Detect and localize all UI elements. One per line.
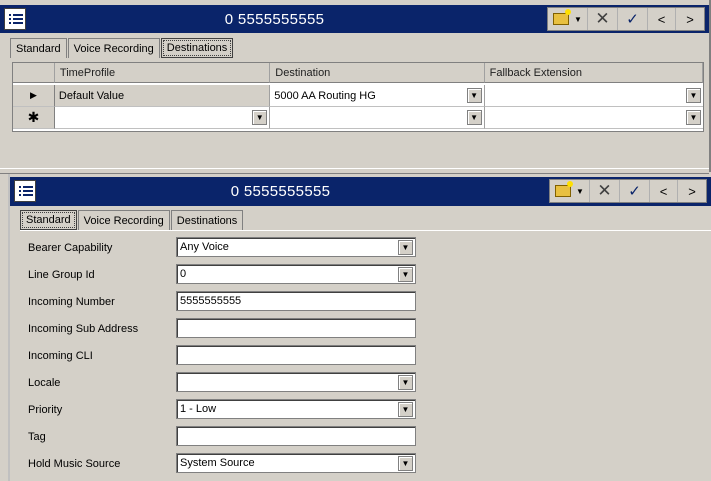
- form-row-priority: Priority 1 - Low ▼: [20, 399, 440, 421]
- top-titlebar: 0 5555555555 ▼ ✕ ✓ < >: [0, 5, 709, 33]
- cancel-button[interactable]: ✕: [588, 8, 618, 30]
- next-icon: >: [688, 183, 696, 199]
- bearer-capability-label: Bearer Capability: [28, 242, 113, 254]
- tab-standard[interactable]: Standard: [20, 210, 77, 230]
- dropdown-button[interactable]: ▼: [252, 110, 268, 125]
- locale-select[interactable]: ▼: [176, 372, 416, 392]
- form-row-incoming-sub-address: Incoming Sub Address: [20, 318, 440, 340]
- form-row-hold-music-source: Hold Music Source System Source ▼: [20, 453, 440, 475]
- cell-time-profile[interactable]: ▼: [54, 107, 271, 129]
- line-group-id-label: Line Group Id: [28, 269, 95, 281]
- bearer-capability-select[interactable]: Any Voice ▼: [176, 237, 416, 257]
- new-button[interactable]: ▼: [548, 8, 588, 30]
- cell-destination-value: 5000 AA Routing HG: [274, 89, 376, 102]
- form-row-locale: Locale ▼: [20, 372, 440, 394]
- hold-music-source-value: System Source: [180, 457, 255, 469]
- column-header-destination[interactable]: Destination: [270, 63, 485, 83]
- new-folder-icon: [553, 9, 572, 25]
- hold-music-source-select[interactable]: System Source ▼: [176, 453, 416, 473]
- window-title: 0 5555555555: [230, 183, 331, 200]
- next-button[interactable]: >: [678, 180, 706, 202]
- tag-input[interactable]: [176, 426, 416, 446]
- dropdown-button[interactable]: ▼: [685, 110, 701, 125]
- dropdown-button[interactable]: ▼: [685, 88, 701, 103]
- check-icon: ✓: [626, 11, 639, 28]
- next-icon: >: [686, 11, 694, 27]
- bottom-tab-strip: Standard Voice Recording Destinations: [20, 210, 244, 230]
- priority-value: 1 - Low: [180, 403, 217, 415]
- priority-label: Priority: [28, 404, 63, 416]
- locale-label: Locale: [28, 377, 61, 389]
- new-row-icon: ✱: [27, 109, 40, 125]
- incoming-number-label: Incoming Number: [28, 296, 115, 308]
- close-icon: ✕: [595, 9, 610, 28]
- table-row-new[interactable]: ✱ ▼ ▼ ▼: [13, 107, 703, 129]
- top-window: 0 5555555555 ▼ ✕ ✓ < > Standard Voice Re…: [0, 0, 711, 174]
- tag-label: Tag: [28, 431, 46, 443]
- incoming-cli-input[interactable]: [176, 345, 416, 365]
- bottom-titlebar: 0 5555555555 ▼ ✕ ✓ < >: [10, 177, 711, 206]
- tab-destinations[interactable]: Destinations: [170, 210, 244, 230]
- form-row-incoming-cli: Incoming CLI: [20, 345, 440, 367]
- next-button[interactable]: >: [676, 8, 704, 30]
- column-header-timeprofile[interactable]: TimeProfile: [54, 63, 271, 83]
- dropdown-button[interactable]: ▼: [398, 240, 413, 255]
- incoming-number-input[interactable]: 5555555555: [176, 291, 416, 311]
- dropdown-button[interactable]: ▼: [466, 110, 482, 125]
- ok-button[interactable]: ✓: [618, 8, 648, 30]
- ok-button[interactable]: ✓: [620, 180, 650, 202]
- tab-voice-recording[interactable]: Voice Recording: [67, 38, 160, 58]
- dropdown-button[interactable]: ▼: [466, 88, 482, 103]
- incoming-cli-label: Incoming CLI: [28, 350, 93, 362]
- dropdown-button[interactable]: ▼: [398, 402, 413, 417]
- table-row[interactable]: ▶ Default Value 5000 AA Routing HG ▼ ▼: [13, 85, 703, 107]
- cell-time-profile[interactable]: Default Value: [54, 85, 271, 107]
- bearer-capability-value: Any Voice: [180, 241, 229, 253]
- form-row-line-group-id: Line Group Id 0 ▼: [20, 264, 440, 286]
- chevron-down-icon: ▼: [574, 14, 582, 24]
- current-row-icon: ▶: [29, 90, 37, 100]
- close-icon: ✕: [597, 181, 612, 200]
- top-tab-strip: Standard Voice Recording Destinations: [10, 38, 234, 58]
- dropdown-button[interactable]: ▼: [398, 456, 413, 471]
- window-title: 0 5555555555: [224, 10, 325, 28]
- line-group-id-value: 0: [180, 268, 187, 280]
- form-row-tag: Tag: [20, 426, 440, 448]
- cell-destination[interactable]: 5000 AA Routing HG ▼: [270, 85, 485, 107]
- line-group-id-select[interactable]: 0 ▼: [176, 264, 416, 284]
- chevron-down-icon: ▼: [576, 186, 584, 196]
- check-icon: ✓: [628, 183, 641, 200]
- row-selector[interactable]: ✱: [13, 107, 55, 129]
- cell-fallback-extension[interactable]: ▼: [484, 107, 703, 129]
- previous-icon: <: [659, 183, 668, 199]
- toolbar: ▼ ✕ ✓ < >: [547, 7, 705, 31]
- dropdown-button[interactable]: ▼: [398, 375, 413, 390]
- hold-music-source-label: Hold Music Source: [28, 458, 121, 470]
- column-header-fallback-extension[interactable]: Fallback Extension: [484, 63, 703, 83]
- row-selector[interactable]: ▶: [13, 85, 55, 107]
- incoming-sub-address-input[interactable]: [176, 318, 416, 338]
- cell-fallback-extension[interactable]: ▼: [484, 85, 703, 107]
- bottom-window: 0 5555555555 ▼ ✕ ✓ < > Standard Voice Re…: [8, 174, 711, 481]
- priority-select[interactable]: 1 - Low ▼: [176, 399, 416, 419]
- dropdown-button[interactable]: ▼: [398, 267, 413, 282]
- standard-form: Bearer Capability Any Voice ▼ Line Group…: [20, 230, 711, 476]
- toolbar: ▼ ✕ ✓ < >: [549, 179, 707, 203]
- new-folder-icon: [555, 181, 574, 197]
- form-row-incoming-number: Incoming Number 5555555555: [20, 291, 440, 313]
- tab-voice-recording[interactable]: Voice Recording: [77, 210, 170, 230]
- tab-destinations[interactable]: Destinations: [160, 38, 234, 58]
- form-row-bearer-capability: Bearer Capability Any Voice ▼: [20, 237, 440, 259]
- grid-header: TimeProfile Destination Fallback Extensi…: [13, 63, 703, 83]
- tab-standard[interactable]: Standard: [10, 38, 67, 58]
- previous-button[interactable]: <: [648, 8, 676, 30]
- cell-destination[interactable]: ▼: [270, 107, 485, 129]
- previous-icon: <: [657, 11, 666, 27]
- incoming-sub-address-label: Incoming Sub Address: [28, 323, 139, 335]
- header-corner: [13, 63, 55, 83]
- destinations-grid: TimeProfile Destination Fallback Extensi…: [12, 62, 704, 132]
- new-button[interactable]: ▼: [550, 180, 590, 202]
- cancel-button[interactable]: ✕: [590, 180, 620, 202]
- previous-button[interactable]: <: [650, 180, 678, 202]
